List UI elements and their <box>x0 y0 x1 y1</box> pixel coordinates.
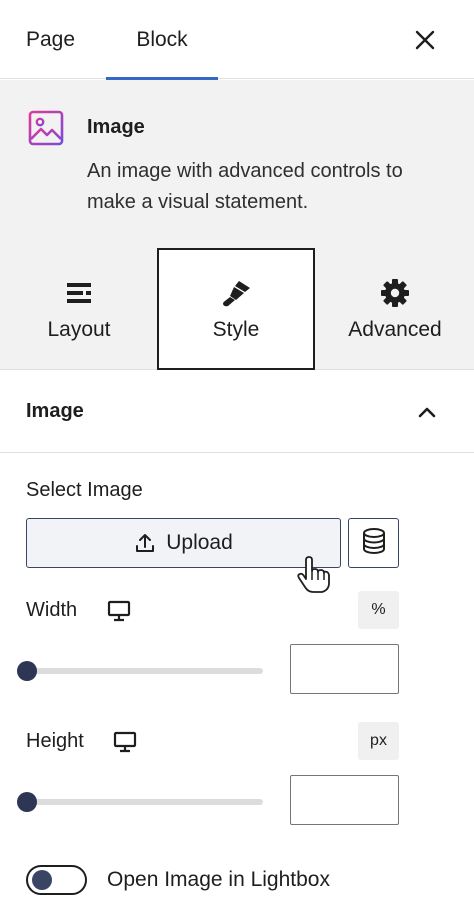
width-unit-select[interactable]: % <box>358 591 399 629</box>
style-tabs: Layout Style Advanced <box>0 248 474 370</box>
image-panel-toggle[interactable]: Image <box>0 371 474 453</box>
height-slider-track[interactable] <box>26 799 263 805</box>
sidebar-header: Page Block <box>0 0 474 80</box>
upload-label: Upload <box>166 531 233 554</box>
database-icon <box>361 527 387 560</box>
block-info: Image An image with advanced controls to… <box>0 80 474 370</box>
block-description: An image with advanced controls to make … <box>87 160 403 213</box>
height-input[interactable] <box>290 775 399 825</box>
block-title: Image <box>87 116 145 138</box>
upload-icon <box>134 532 156 554</box>
height-slider-thumb[interactable] <box>17 792 37 812</box>
width-slider-thumb[interactable] <box>17 661 37 681</box>
lightbox-toggle[interactable] <box>26 865 87 895</box>
width-label: Width <box>26 599 78 621</box>
width-input[interactable] <box>290 644 399 694</box>
panel-title: Image <box>26 400 84 422</box>
lightbox-label: Open Image in Lightbox <box>107 868 330 891</box>
paintbrush-icon <box>159 278 313 308</box>
tab-page[interactable]: Page <box>26 0 75 79</box>
gear-icon <box>316 278 474 308</box>
toggle-knob <box>32 870 52 890</box>
desktop-icon[interactable] <box>107 600 131 622</box>
tab-advanced[interactable]: Advanced <box>316 248 474 370</box>
tab-layout[interactable]: Layout <box>0 248 158 370</box>
chevron-up-icon <box>416 401 438 423</box>
tab-style[interactable]: Style <box>157 248 315 370</box>
tab-block[interactable]: Block <box>106 0 218 80</box>
tab-advanced-label: Advanced <box>348 318 442 341</box>
width-slider-track[interactable] <box>26 668 263 674</box>
upload-button[interactable]: Upload <box>26 518 341 568</box>
select-image-label: Select Image <box>26 479 143 501</box>
tab-style-label: Style <box>212 318 260 341</box>
hand-cursor-icon <box>296 556 330 594</box>
height-label: Height <box>26 730 84 752</box>
close-icon[interactable] <box>410 25 440 55</box>
image-icon <box>27 109 65 147</box>
tab-layout-label: Layout <box>47 318 111 341</box>
media-library-button[interactable] <box>348 518 399 568</box>
desktop-icon[interactable] <box>113 731 137 753</box>
layout-icon <box>0 278 158 308</box>
height-unit-select[interactable]: px <box>358 722 399 760</box>
